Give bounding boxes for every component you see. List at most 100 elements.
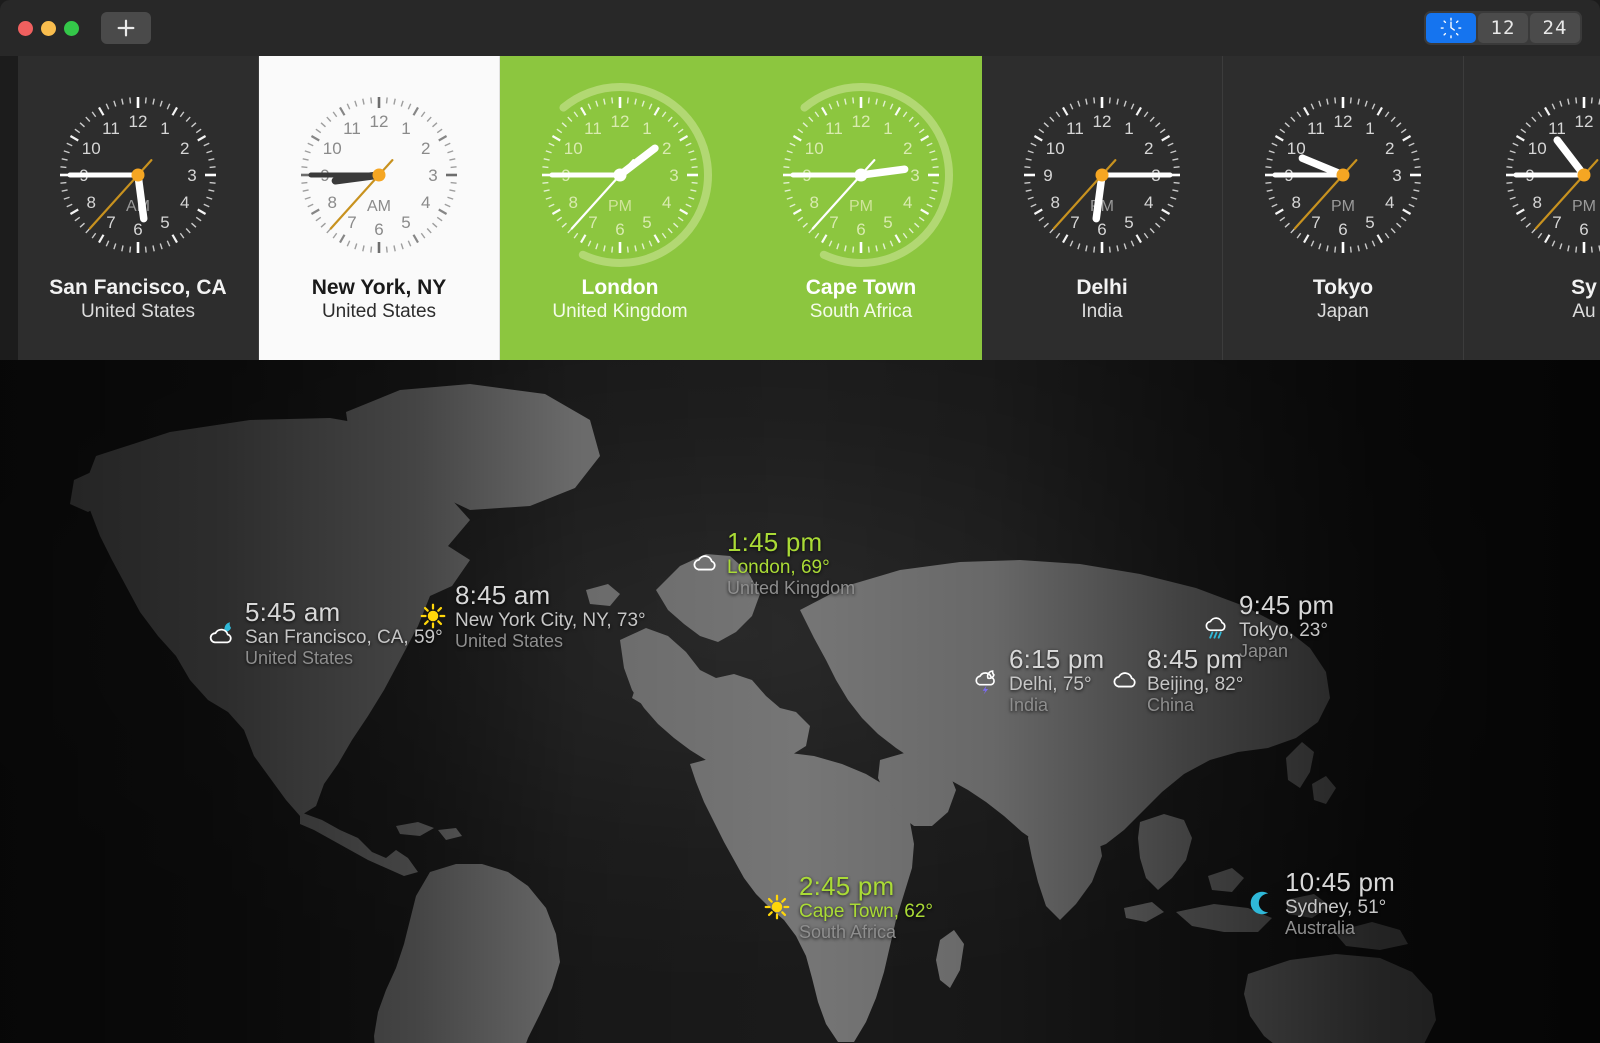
maximize-window-icon[interactable] [64, 20, 79, 36]
sun-icon [420, 603, 446, 629]
svg-text:12: 12 [1093, 112, 1112, 131]
map-city-label-sydney[interactable]: 10:45 pm Sydney, 51° Australia [1248, 867, 1395, 939]
map-city-label-san-francisco[interactable]: 5:45 am San Francisco, CA, 59° United Stat… [208, 597, 443, 669]
svg-text:7: 7 [1070, 213, 1079, 232]
sun-icon [764, 894, 790, 920]
map-city-time: 5:45 am [245, 597, 341, 627]
svg-text:10: 10 [1046, 139, 1065, 158]
svg-text:AM: AM [367, 198, 391, 215]
map-city-region: China [1147, 695, 1195, 716]
clock-tile-san-fancisco-ca[interactable]: 123456789101112AMSan Fancisco, CAUnited … [18, 56, 259, 360]
svg-text:11: 11 [102, 119, 120, 138]
svg-text:8: 8 [569, 193, 578, 212]
clock-face: 123456789101112PM [766, 80, 956, 270]
svg-text:4: 4 [1144, 193, 1153, 212]
clock-tile-new-york-ny[interactable]: 123456789101112AMNew York, NYUnited Stat… [259, 56, 500, 360]
svg-text:PM: PM [1572, 198, 1596, 215]
svg-text:1: 1 [1124, 119, 1133, 138]
svg-text:3: 3 [1392, 166, 1401, 185]
clock-tile-city: Cape Town [805, 276, 917, 299]
clock-tile-country: Japan [1317, 300, 1369, 322]
map-city-label-delhi[interactable]: 6:15 pm Delhi, 75° India [972, 644, 1104, 716]
svg-text:6: 6 [374, 220, 383, 239]
clock-tile-country: United States [321, 300, 437, 322]
clock-face: 123456789101112PM [1489, 80, 1600, 270]
clock-tile-delhi[interactable]: 123456789101112PMDelhiIndia [982, 56, 1223, 360]
svg-text:PM: PM [608, 198, 632, 215]
svg-text:6: 6 [133, 220, 142, 239]
svg-text:8: 8 [810, 193, 819, 212]
map-city-text: 10:45 pm Sydney, 51° Australia [1285, 867, 1395, 939]
minimize-window-icon[interactable] [41, 20, 56, 36]
map-city-region: United States [455, 631, 564, 652]
svg-text:7: 7 [106, 213, 115, 232]
svg-text:4: 4 [903, 193, 912, 212]
svg-text:12: 12 [370, 112, 389, 131]
svg-text:8: 8 [1051, 193, 1060, 212]
svg-text:10: 10 [564, 139, 583, 158]
svg-text:11: 11 [1307, 119, 1325, 138]
svg-text:2: 2 [903, 139, 912, 158]
clock-tile-city: Delhi [1076, 276, 1128, 299]
close-window-icon[interactable] [18, 20, 33, 36]
toggle-24-hour[interactable]: 24 [1530, 13, 1580, 43]
svg-text:10: 10 [82, 139, 101, 158]
svg-text:10: 10 [1528, 139, 1547, 158]
map-city-place: Beijing, 82° [1147, 674, 1244, 696]
clock-view-toggle[interactable]: 12 24 [1424, 11, 1582, 45]
svg-text:10: 10 [323, 139, 342, 158]
clock-tile-strip[interactable]: 123456789101112AMSan Fancisco, CAUnited … [18, 56, 1600, 360]
cloud-icon [693, 555, 716, 571]
clock-tile-sy[interactable]: 123456789101112PM SyAu [1464, 56, 1600, 360]
clock-tile-tokyo[interactable]: 123456789101112PMTokyoJapan [1223, 56, 1464, 360]
map-city-text: 5:45 am San Francisco, CA, 59° United Stat… [245, 597, 443, 669]
svg-text:11: 11 [584, 119, 602, 138]
map-city-label-cape-town[interactable]: 2:45 pm Cape Town, 62° South Africa [762, 871, 933, 943]
map-city-label-new-york-city[interactable]: 8:45 am New York City, NY, 73° United Stat… [418, 580, 646, 652]
svg-text:4: 4 [180, 193, 189, 212]
clock-face-graphic: 123456789101112PM [1506, 97, 1600, 253]
map-city-place: Sydney, 51° [1285, 897, 1387, 919]
svg-text:3: 3 [910, 166, 919, 185]
svg-text:7: 7 [588, 213, 597, 232]
clock-face: 123456789101112PM [525, 80, 715, 270]
map-city-time: 9:45 pm [1239, 590, 1335, 620]
clock-tile-city: Tokyo [1312, 276, 1374, 299]
svg-text:7: 7 [1311, 213, 1320, 232]
map-city-region: United States [245, 648, 354, 669]
clock-tile-labels: San Fancisco, CA United States [49, 276, 226, 323]
map-city-place: Delhi, 75° [1009, 674, 1092, 696]
svg-text:12: 12 [852, 112, 871, 131]
clock-tile-labels: New York, NY United States [312, 276, 447, 323]
toggle-analog-clock[interactable] [1426, 13, 1476, 43]
clock-tile-london[interactable]: 123456789101112PMLondonUnited Kingdom [500, 56, 741, 360]
toggle-12-hour[interactable]: 12 [1478, 13, 1528, 43]
moon-icon [1250, 892, 1269, 915]
clock-tile-labels: Cape Town South Africa [806, 276, 916, 323]
clock-face-graphic: 123456789101112PM [542, 83, 712, 267]
map-city-place: London, 69° [727, 557, 830, 579]
clock-tile-country: India [1081, 300, 1123, 322]
svg-text:5: 5 [642, 213, 651, 232]
svg-text:9: 9 [1043, 166, 1052, 185]
svg-text:6: 6 [1097, 220, 1106, 239]
svg-text:3: 3 [669, 166, 678, 185]
map-city-region: India [1009, 695, 1049, 716]
svg-text:11: 11 [1548, 119, 1566, 138]
svg-text:12: 12 [129, 112, 148, 131]
clock-tile-labels: Sy Au [1571, 276, 1597, 323]
svg-text:4: 4 [1385, 193, 1394, 212]
svg-text:5: 5 [401, 213, 410, 232]
clock-face: 123456789101112AM [43, 80, 233, 270]
clock-face-graphic: 123456789101112PM [783, 83, 953, 267]
map-city-label-london[interactable]: 1:45 pm London, 69° United Kingdom [690, 527, 855, 599]
map-city-label-tokyo[interactable]: 9:45 pm Tokyo, 23° Japan [1202, 590, 1335, 662]
add-city-button[interactable] [101, 12, 151, 44]
clock-tile-city: London [581, 276, 659, 299]
svg-text:10: 10 [805, 139, 824, 158]
svg-text:1: 1 [401, 119, 410, 138]
clock-face: 123456789101112AM [284, 80, 474, 270]
map-city-time: 1:45 pm [727, 527, 823, 557]
clock-tile-cape-town[interactable]: 123456789101112PMCape TownSouth Africa [741, 56, 982, 360]
svg-text:2: 2 [180, 139, 189, 158]
